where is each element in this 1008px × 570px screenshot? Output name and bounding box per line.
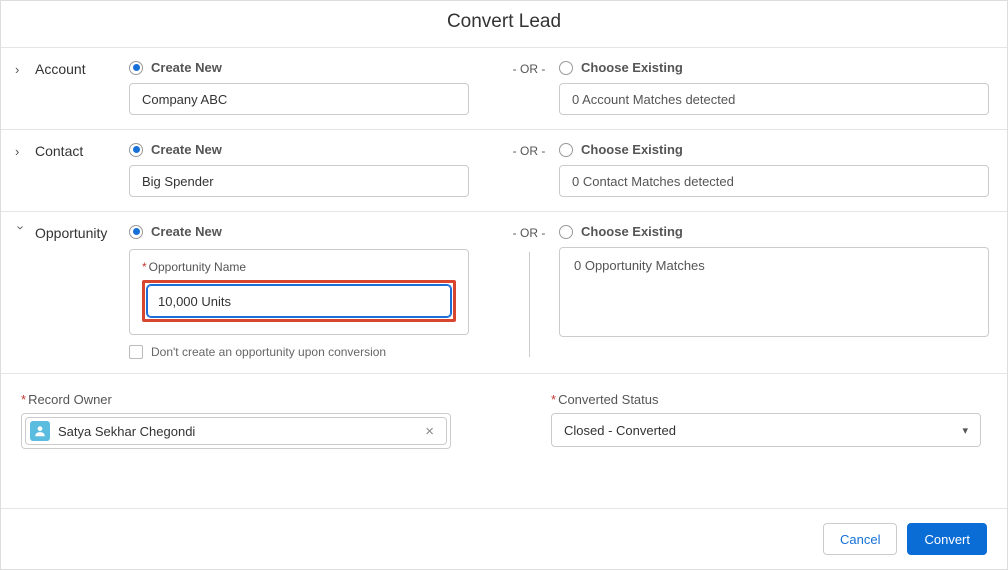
opportunity-name-box: *Opportunity Name [129, 249, 469, 335]
radio-icon [129, 225, 143, 239]
opportunity-create-col: Create New *Opportunity Name Don't creat… [129, 224, 499, 359]
radio-icon [559, 61, 573, 75]
checkbox-icon [129, 345, 143, 359]
contact-section: › Contact Create New - OR - Choose Exist… [1, 129, 1007, 211]
radio-label: Choose Existing [581, 60, 683, 75]
opportunity-section: › Opportunity Create New *Opportunity Na… [1, 211, 1007, 373]
contact-section-label: Contact [29, 142, 129, 159]
chevron-down-icon[interactable]: › [14, 226, 31, 240]
modal-title: Convert Lead [1, 1, 1007, 47]
dont-create-opportunity-checkbox[interactable]: Don't create an opportunity upon convers… [129, 345, 499, 359]
radio-label: Create New [151, 142, 222, 157]
account-create-col: Create New [129, 60, 499, 115]
account-body: Create New - OR - Choose Existing 0 Acco… [129, 60, 993, 115]
radio-label: Choose Existing [581, 224, 683, 239]
account-choose-existing-radio[interactable]: Choose Existing [559, 60, 993, 75]
chevron-right-icon[interactable]: › [15, 60, 29, 77]
close-icon[interactable]: × [421, 423, 438, 440]
chevron-down-icon: ▾ [962, 424, 968, 437]
opportunity-matches-box[interactable]: 0 Opportunity Matches [559, 247, 989, 337]
account-matches-box[interactable]: 0 Account Matches detected [559, 83, 989, 115]
or-separator: - OR - [499, 60, 559, 76]
opportunity-matches-text: 0 Opportunity Matches [574, 258, 705, 273]
required-star-icon: * [142, 260, 147, 274]
contact-matches-text: 0 Contact Matches detected [572, 174, 734, 189]
record-owner-field: *Record Owner Satya Sekhar Chegondi × [21, 392, 451, 449]
contact-create-new-radio[interactable]: Create New [129, 142, 499, 157]
opportunity-section-label: Opportunity [29, 224, 129, 241]
radio-icon [559, 225, 573, 239]
select-value: Closed - Converted [564, 423, 676, 438]
account-section-label: Account [29, 60, 129, 77]
contact-body: Create New - OR - Choose Existing 0 Cont… [129, 142, 993, 197]
radio-label: Choose Existing [581, 142, 683, 157]
opportunity-create-new-radio[interactable]: Create New [129, 224, 499, 239]
bottom-fields: *Record Owner Satya Sekhar Chegondi × *C… [1, 373, 1007, 467]
account-existing-col: Choose Existing 0 Account Matches detect… [559, 60, 993, 115]
convert-lead-modal: Convert Lead › Account Create New - OR -… [0, 0, 1008, 570]
owner-name: Satya Sekhar Chegondi [58, 424, 421, 439]
contact-matches-box[interactable]: 0 Contact Matches detected [559, 165, 989, 197]
account-section: › Account Create New - OR - Choose Exist… [1, 47, 1007, 129]
modal-footer: Cancel Convert [1, 508, 1007, 569]
radio-icon [129, 61, 143, 75]
contact-existing-col: Choose Existing 0 Contact Matches detect… [559, 142, 993, 197]
required-star-icon: * [21, 392, 26, 407]
owner-chip: Satya Sekhar Chegondi × [25, 417, 447, 445]
person-icon [30, 421, 50, 441]
account-create-new-radio[interactable]: Create New [129, 60, 499, 75]
or-separator: - OR - [499, 142, 559, 158]
opportunity-name-label: *Opportunity Name [142, 260, 456, 274]
contact-name-input[interactable] [129, 165, 469, 197]
spacer [451, 392, 551, 449]
opportunity-existing-col: Choose Existing 0 Opportunity Matches [559, 224, 993, 359]
opportunity-name-input[interactable] [147, 285, 451, 317]
opportunity-choose-existing-radio[interactable]: Choose Existing [559, 224, 993, 239]
converted-status-select[interactable]: Closed - Converted ▾ [551, 413, 981, 447]
radio-icon [129, 143, 143, 157]
radio-label: Create New [151, 60, 222, 75]
opportunity-body: Create New *Opportunity Name Don't creat… [129, 224, 993, 359]
account-matches-text: 0 Account Matches detected [572, 92, 735, 107]
required-star-icon: * [551, 392, 556, 407]
radio-icon [559, 143, 573, 157]
converted-status-field: *Converted Status Closed - Converted ▾ [551, 392, 987, 449]
or-separator: - OR - [499, 224, 559, 359]
checkbox-label: Don't create an opportunity upon convers… [151, 345, 386, 359]
contact-choose-existing-radio[interactable]: Choose Existing [559, 142, 993, 157]
opportunity-name-highlight [142, 280, 456, 322]
account-name-input[interactable] [129, 83, 469, 115]
cancel-button[interactable]: Cancel [823, 523, 897, 555]
record-owner-label: *Record Owner [21, 392, 451, 407]
chevron-right-icon[interactable]: › [15, 142, 29, 159]
convert-button[interactable]: Convert [907, 523, 987, 555]
record-owner-input[interactable]: Satya Sekhar Chegondi × [21, 413, 451, 449]
converted-status-label: *Converted Status [551, 392, 987, 407]
radio-label: Create New [151, 224, 222, 239]
contact-create-col: Create New [129, 142, 499, 197]
